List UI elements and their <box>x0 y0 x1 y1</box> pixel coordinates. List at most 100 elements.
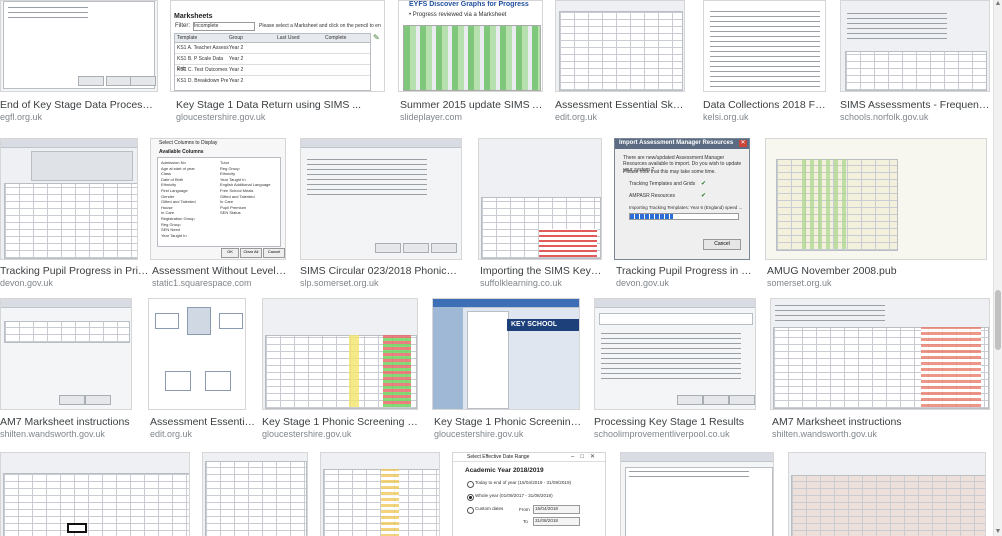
col-header[interactable]: Template <box>175 34 229 42</box>
col-header[interactable]: Complete <box>325 34 365 42</box>
result-caption[interactable]: AM7 Marksheet instructions <box>0 416 140 428</box>
table-row[interactable]: KS1 A. Teacher Assess Year 2 <box>175 43 370 54</box>
result-caption[interactable]: Processing Key Stage 1 Results <box>594 416 756 428</box>
result-5[interactable]: Data Collections 2018 Formatted ... kels… <box>703 0 826 122</box>
cancel-button[interactable]: Cancel <box>703 239 741 250</box>
result-9[interactable]: SIMS Circular 023/2018 Phonics ... slp.s… <box>300 138 462 288</box>
result-3[interactable]: EYFS Discover Graphs for Progress • Prog… <box>398 0 543 122</box>
clear-all-button[interactable]: Clear All <box>240 248 262 258</box>
pencil-icon[interactable]: ✎ <box>373 33 380 42</box>
column-option[interactable]: Registration Group <box>161 216 196 222</box>
result-thumbnail[interactable] <box>840 0 990 92</box>
result-thumbnail[interactable] <box>620 452 774 536</box>
result-4[interactable]: Assessment Essential Skills - Primary ed… <box>555 0 685 122</box>
result-thumbnail[interactable] <box>703 0 826 92</box>
result-1[interactable]: End of Key Stage Data Processing (Englan… <box>0 0 158 122</box>
radio-whole-year[interactable] <box>467 494 474 501</box>
result-caption[interactable]: Key Stage 1 Phonic Screening Check ... <box>262 416 418 428</box>
result-21[interactable] <box>320 452 440 536</box>
result-caption[interactable]: SIMS Circular 023/2018 Phonics ... <box>300 265 462 277</box>
result-thumbnail[interactable] <box>262 298 418 410</box>
ok-button[interactable]: OK <box>221 248 239 258</box>
result-thumbnail[interactable]: Select Columns to Display Available Colu… <box>150 138 286 260</box>
result-caption[interactable]: SIMS Assessments - Frequently Asked ... <box>840 99 990 111</box>
result-thumbnail[interactable] <box>0 138 138 260</box>
scroll-down-arrow[interactable]: ▼ <box>994 528 1002 536</box>
window-controls[interactable]: –□✕ <box>571 453 601 460</box>
result-thumbnail[interactable]: Marksheets Filter: Incomplete Please sel… <box>170 0 385 92</box>
result-16[interactable]: KEY SCHOOL Key Stage 1 Phonic Screening … <box>432 298 582 439</box>
result-caption[interactable]: Importing the SIMS Key Stage Wiz... <box>480 265 604 277</box>
result-caption[interactable]: Key Stage 1 Phonic Screening Check ... <box>434 416 582 428</box>
result-caption[interactable]: Data Collections 2018 Formatted ... <box>703 99 826 111</box>
result-thumbnail[interactable] <box>0 298 132 410</box>
table-row[interactable]: KS1 D. Breakdown Pre Year 2 <box>175 76 370 86</box>
result-caption[interactable]: Assessment Without Levels in SIMS <box>152 265 288 277</box>
cancel-button[interactable]: Cancel <box>263 248 285 258</box>
result-caption[interactable]: End of Key Stage Data Processing (Englan… <box>0 99 158 111</box>
col-header[interactable]: Group <box>229 34 277 42</box>
result-thumbnail[interactable] <box>320 452 440 536</box>
result-2[interactable]: Marksheets Filter: Incomplete Please sel… <box>170 0 385 122</box>
effective-date-title: Select Effective Date Range <box>467 454 530 460</box>
page-scrollbar[interactable]: ▲ ▼ <box>993 0 1002 536</box>
result-23[interactable] <box>620 452 774 536</box>
result-thumbnail[interactable] <box>202 452 308 536</box>
result-thumbnail[interactable] <box>765 138 987 260</box>
result-thumbnail[interactable]: Select Effective Date Range –□✕ Academic… <box>452 452 606 536</box>
result-18[interactable]: AM7 Marksheet instructions shilten.wands… <box>770 298 990 439</box>
from-date-input[interactable]: 15/04/2018 <box>533 505 580 514</box>
result-source: edit.org.uk <box>555 112 598 122</box>
result-source: shilten.wandsworth.gov.uk <box>0 429 105 439</box>
radio-custom[interactable] <box>467 507 474 514</box>
result-thumbnail[interactable] <box>770 298 990 410</box>
scroll-up-arrow[interactable]: ▲ <box>994 0 1002 8</box>
column-option[interactable]: SEN Status <box>220 210 271 216</box>
result-22[interactable]: Select Effective Date Range –□✕ Academic… <box>452 452 606 536</box>
result-caption[interactable]: AMUG November 2008.pub <box>767 265 927 277</box>
result-thumbnail[interactable] <box>788 452 986 536</box>
result-caption[interactable]: Assessment Essential Skills - Primary <box>555 99 685 111</box>
result-17[interactable]: Processing Key Stage 1 Results schoolimp… <box>594 298 756 439</box>
result-caption[interactable]: Summer 2015 update SIMS Assessment ... <box>400 99 543 111</box>
scrollbar-thumb[interactable] <box>995 290 1001 350</box>
result-caption[interactable]: Assessment Essential Skills... <box>150 416 258 428</box>
result-caption[interactable]: Tracking Pupil Progress in Primary ... <box>616 265 752 277</box>
result-11[interactable]: Import Assessment Manager Resources ✕ Th… <box>614 138 752 288</box>
result-thumbnail[interactable] <box>0 0 158 92</box>
result-13[interactable]: AM7 Marksheet instructions shilten.wands… <box>0 298 132 439</box>
result-6[interactable]: SIMS Assessments - Frequently Asked ... … <box>840 0 990 122</box>
result-12[interactable]: AMUG November 2008.pub somerset.org.uk <box>765 138 987 288</box>
close-icon[interactable]: ✕ <box>739 140 747 147</box>
result-19[interactable] <box>0 452 190 536</box>
column-option[interactable]: Gifted and Talented <box>161 199 196 205</box>
table-row[interactable]: KS1 B. P Scale Data Entr Year 2 <box>175 54 370 72</box>
result-10[interactable]: Importing the SIMS Key Stage Wiz... suff… <box>478 138 604 288</box>
result-14[interactable]: Assessment Essential Skills... edit.org.… <box>148 298 258 439</box>
radio-today[interactable] <box>467 481 474 488</box>
result-8[interactable]: Select Columns to Display Available Colu… <box>150 138 288 288</box>
col-header[interactable]: Last Used <box>277 34 325 42</box>
column-option[interactable]: Year Taught In <box>161 233 196 239</box>
result-thumbnail[interactable]: KEY SCHOOL <box>432 298 580 410</box>
result-caption[interactable]: Tracking Pupil Progress in Primary ... <box>0 265 150 277</box>
result-caption[interactable]: AM7 Marksheet instructions <box>772 416 972 428</box>
result-20[interactable] <box>202 452 308 536</box>
result-thumbnail[interactable]: EYFS Discover Graphs for Progress • Prog… <box>398 0 543 92</box>
result-thumbnail[interactable] <box>148 298 246 410</box>
result-thumbnail[interactable] <box>594 298 756 410</box>
result-7[interactable]: Tracking Pupil Progress in Primary ... d… <box>0 138 150 288</box>
to-date-input[interactable]: 31/08/2018 <box>533 517 580 526</box>
result-source: gloucestershire.gov.uk <box>434 429 524 439</box>
result-24[interactable] <box>788 452 986 536</box>
filter-select[interactable]: Incomplete <box>193 22 255 31</box>
result-thumbnail[interactable]: Import Assessment Manager Resources ✕ Th… <box>614 138 750 260</box>
result-thumbnail[interactable] <box>555 0 685 92</box>
result-caption[interactable]: Key Stage 1 Data Return using SIMS ... <box>176 99 376 111</box>
result-source: devon.gov.uk <box>616 278 669 288</box>
result-thumbnail[interactable] <box>0 452 190 536</box>
result-15[interactable]: Key Stage 1 Phonic Screening Check ... g… <box>262 298 418 439</box>
result-thumbnail[interactable] <box>300 138 462 260</box>
table-row[interactable]: KS1 C. Test Outcomes Year 2 <box>175 65 370 76</box>
result-thumbnail[interactable] <box>478 138 602 260</box>
